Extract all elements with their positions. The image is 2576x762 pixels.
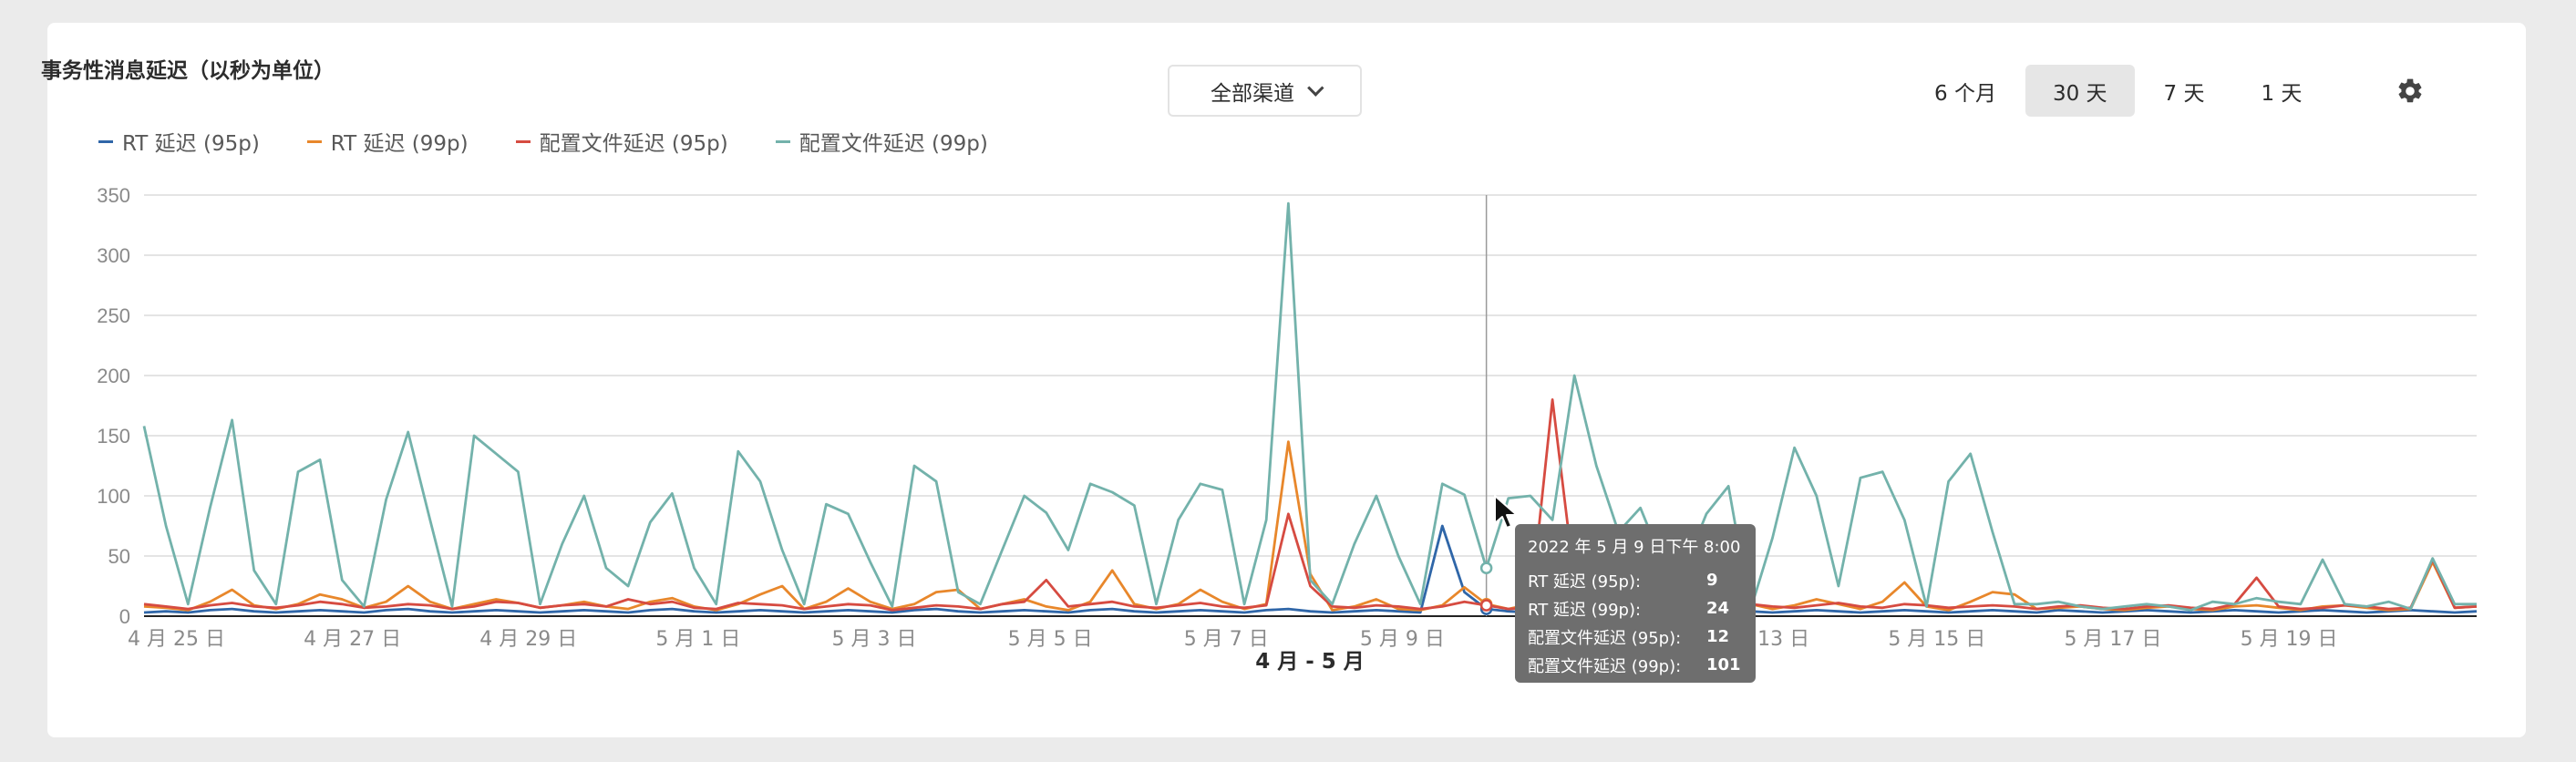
- tooltip-row: 配置文件延迟 (99p): 101: [1528, 651, 1743, 679]
- tooltip-row-label: 配置文件延迟 (99p):: [1528, 656, 1682, 676]
- x-tick-label: 5 月 9 日: [1360, 628, 1445, 651]
- chart-tooltip: 2022 年 5 月 9 日下午 8:00 RT 延迟 (95p): 9 RT …: [1515, 524, 1756, 683]
- line-chart[interactable]: 0 50 100 150 200 250 300 350 4 月 25 日 4 月 27 日 4 月…: [0, 0, 2576, 762]
- y-tick-label: 250: [97, 304, 130, 327]
- tooltip-row: RT 延迟 (95p): 9: [1528, 566, 1743, 594]
- tooltip-row-label: RT 延迟 (99p):: [1528, 600, 1642, 620]
- x-tick-label: 5 月 7 日: [1184, 628, 1269, 651]
- x-tick-label: 5 月 3 日: [832, 628, 917, 651]
- tooltip-row: 配置文件延迟 (95p): 12: [1528, 623, 1743, 651]
- x-tick-label: 4 月 25 日: [128, 628, 225, 651]
- mouse-pointer-icon: [1494, 495, 1518, 529]
- tooltip-row-value: 24: [1706, 599, 1730, 618]
- y-tick-label: 200: [97, 365, 130, 387]
- hover-point: [1479, 599, 1493, 612]
- series-line: [142, 201, 2477, 612]
- x-tick-label: 4 月 27 日: [304, 628, 401, 651]
- x-tick-label: 5 月 19 日: [2241, 628, 2338, 651]
- tooltip-row-value: 9: [1706, 571, 1718, 590]
- tooltip-title: 2022 年 5 月 9 日下午 8:00: [1528, 538, 1741, 557]
- x-tick-label: 5 月 1 日: [655, 628, 740, 651]
- x-tick-label: 5 月 5 日: [1008, 628, 1093, 651]
- tooltip-row-label: RT 延迟 (95p):: [1528, 572, 1642, 592]
- y-tick-label: 0: [119, 605, 130, 628]
- tooltip-row: RT 延迟 (99p): 24: [1528, 594, 1743, 623]
- x-tick-label: 5 月 17 日: [2064, 628, 2161, 651]
- y-tick-label: 300: [97, 244, 130, 267]
- tooltip-row-value: 12: [1706, 627, 1730, 646]
- tooltip-row-label: 配置文件延迟 (95p):: [1528, 628, 1682, 648]
- y-tick-label: 150: [97, 425, 130, 448]
- x-axis-title: 4 月 - 5 月: [1255, 650, 1365, 674]
- hover-point: [1479, 561, 1493, 574]
- y-tick-label: 50: [108, 545, 130, 568]
- x-tick-label: 5 月 15 日: [1888, 628, 1985, 651]
- x-tick-label: 4 月 29 日: [479, 628, 577, 651]
- tooltip-row-value: 101: [1706, 655, 1741, 674]
- y-tick-label: 100: [97, 485, 130, 508]
- y-tick-label: 350: [97, 184, 130, 207]
